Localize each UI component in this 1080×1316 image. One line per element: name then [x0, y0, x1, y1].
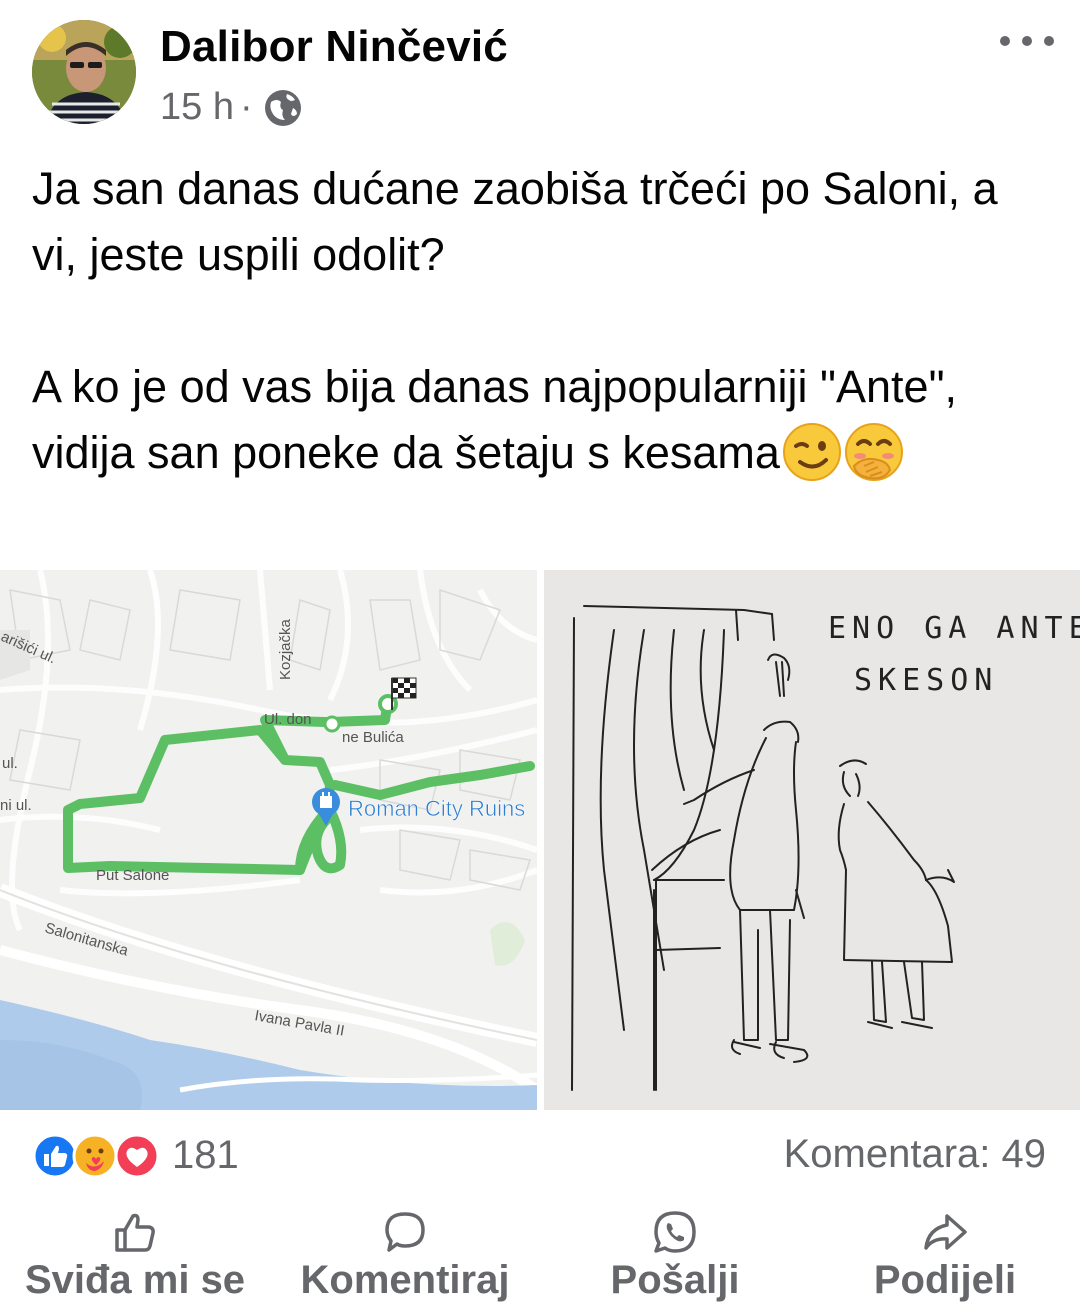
route-map-image[interactable]: Ul. don ne Bulića Kozjačka Put Salone Sa… [0, 570, 537, 1110]
post-photos: Ul. don ne Bulića Kozjačka Put Salone Sa… [0, 570, 1080, 1110]
face-with-hand-over-mouth-emoji-icon [844, 423, 903, 481]
map-label-kozjacka: Kozjačka [277, 618, 294, 680]
sketch-caption-line1: ENO GA ANTE [828, 611, 1080, 646]
map-label-street-a: Ul. don [264, 711, 312, 728]
post-header: Dalibor Ninčević 15 h · [0, 0, 1080, 150]
comments-count[interactable]: Komentara: 49 [784, 1132, 1046, 1177]
more-options-icon[interactable] [1000, 26, 1054, 56]
sketch-drawing: ENO GA ANTE SKESON [544, 570, 1080, 1110]
globe-icon [264, 89, 301, 126]
meta-separator: · [239, 86, 253, 128]
sketch-image[interactable]: ENO GA ANTE SKESON [544, 570, 1080, 1110]
care-icon [72, 1133, 118, 1179]
more-dot [1000, 36, 1010, 46]
map-label-left3: ni ul. [0, 797, 32, 814]
avatar-photo [32, 20, 136, 124]
reaction-summary[interactable]: 181 [32, 1130, 239, 1180]
photo-divider [537, 570, 544, 1110]
reaction-icons [32, 1130, 164, 1180]
post-time[interactable]: 15 h [160, 86, 234, 129]
love-icon [114, 1133, 160, 1179]
share-button-label: Podijeli [873, 1258, 1017, 1302]
map-label-put-salone: Put Salone [96, 867, 169, 884]
reaction-count: 181 [172, 1132, 239, 1177]
map-label-street-b: ne Bulića [342, 729, 404, 746]
send-button[interactable]: Pošalji [540, 1196, 810, 1316]
comment-button[interactable]: Komentiraj [270, 1196, 540, 1316]
author-avatar[interactable] [32, 20, 136, 124]
author-name[interactable]: Dalibor Ninčević [160, 22, 508, 72]
more-dot [1022, 36, 1032, 46]
map-label-left2: ul. [2, 755, 18, 772]
post-meta: 15 h · [160, 86, 303, 129]
send-button-label: Pošalji [610, 1258, 740, 1302]
post-actions-bar: Sviđa mi se Komentiraj Pošalji Podijeli [0, 1196, 1080, 1316]
sketch-caption-line2: SKESON [854, 663, 998, 698]
waypoint-marker [323, 715, 341, 733]
thumbs-up-icon [115, 1213, 155, 1252]
like-button-label: Sviđa mi se [24, 1258, 246, 1302]
like-button[interactable]: Sviđa mi se [0, 1196, 270, 1316]
map-label-poi: Roman City Ruins [348, 796, 525, 821]
share-icon [924, 1214, 967, 1250]
more-dot [1044, 36, 1054, 46]
post-text: Ja san danas dućane zaobiša trčeći po Sa… [32, 156, 1042, 486]
whatsapp-icon [654, 1211, 696, 1253]
share-button[interactable]: Podijeli [810, 1196, 1080, 1316]
comment-button-label: Komentiraj [300, 1258, 510, 1302]
route-map: Ul. don ne Bulića Kozjačka Put Salone Sa… [0, 570, 537, 1110]
comment-icon [385, 1212, 425, 1252]
winking-face-emoji-icon [782, 423, 841, 481]
